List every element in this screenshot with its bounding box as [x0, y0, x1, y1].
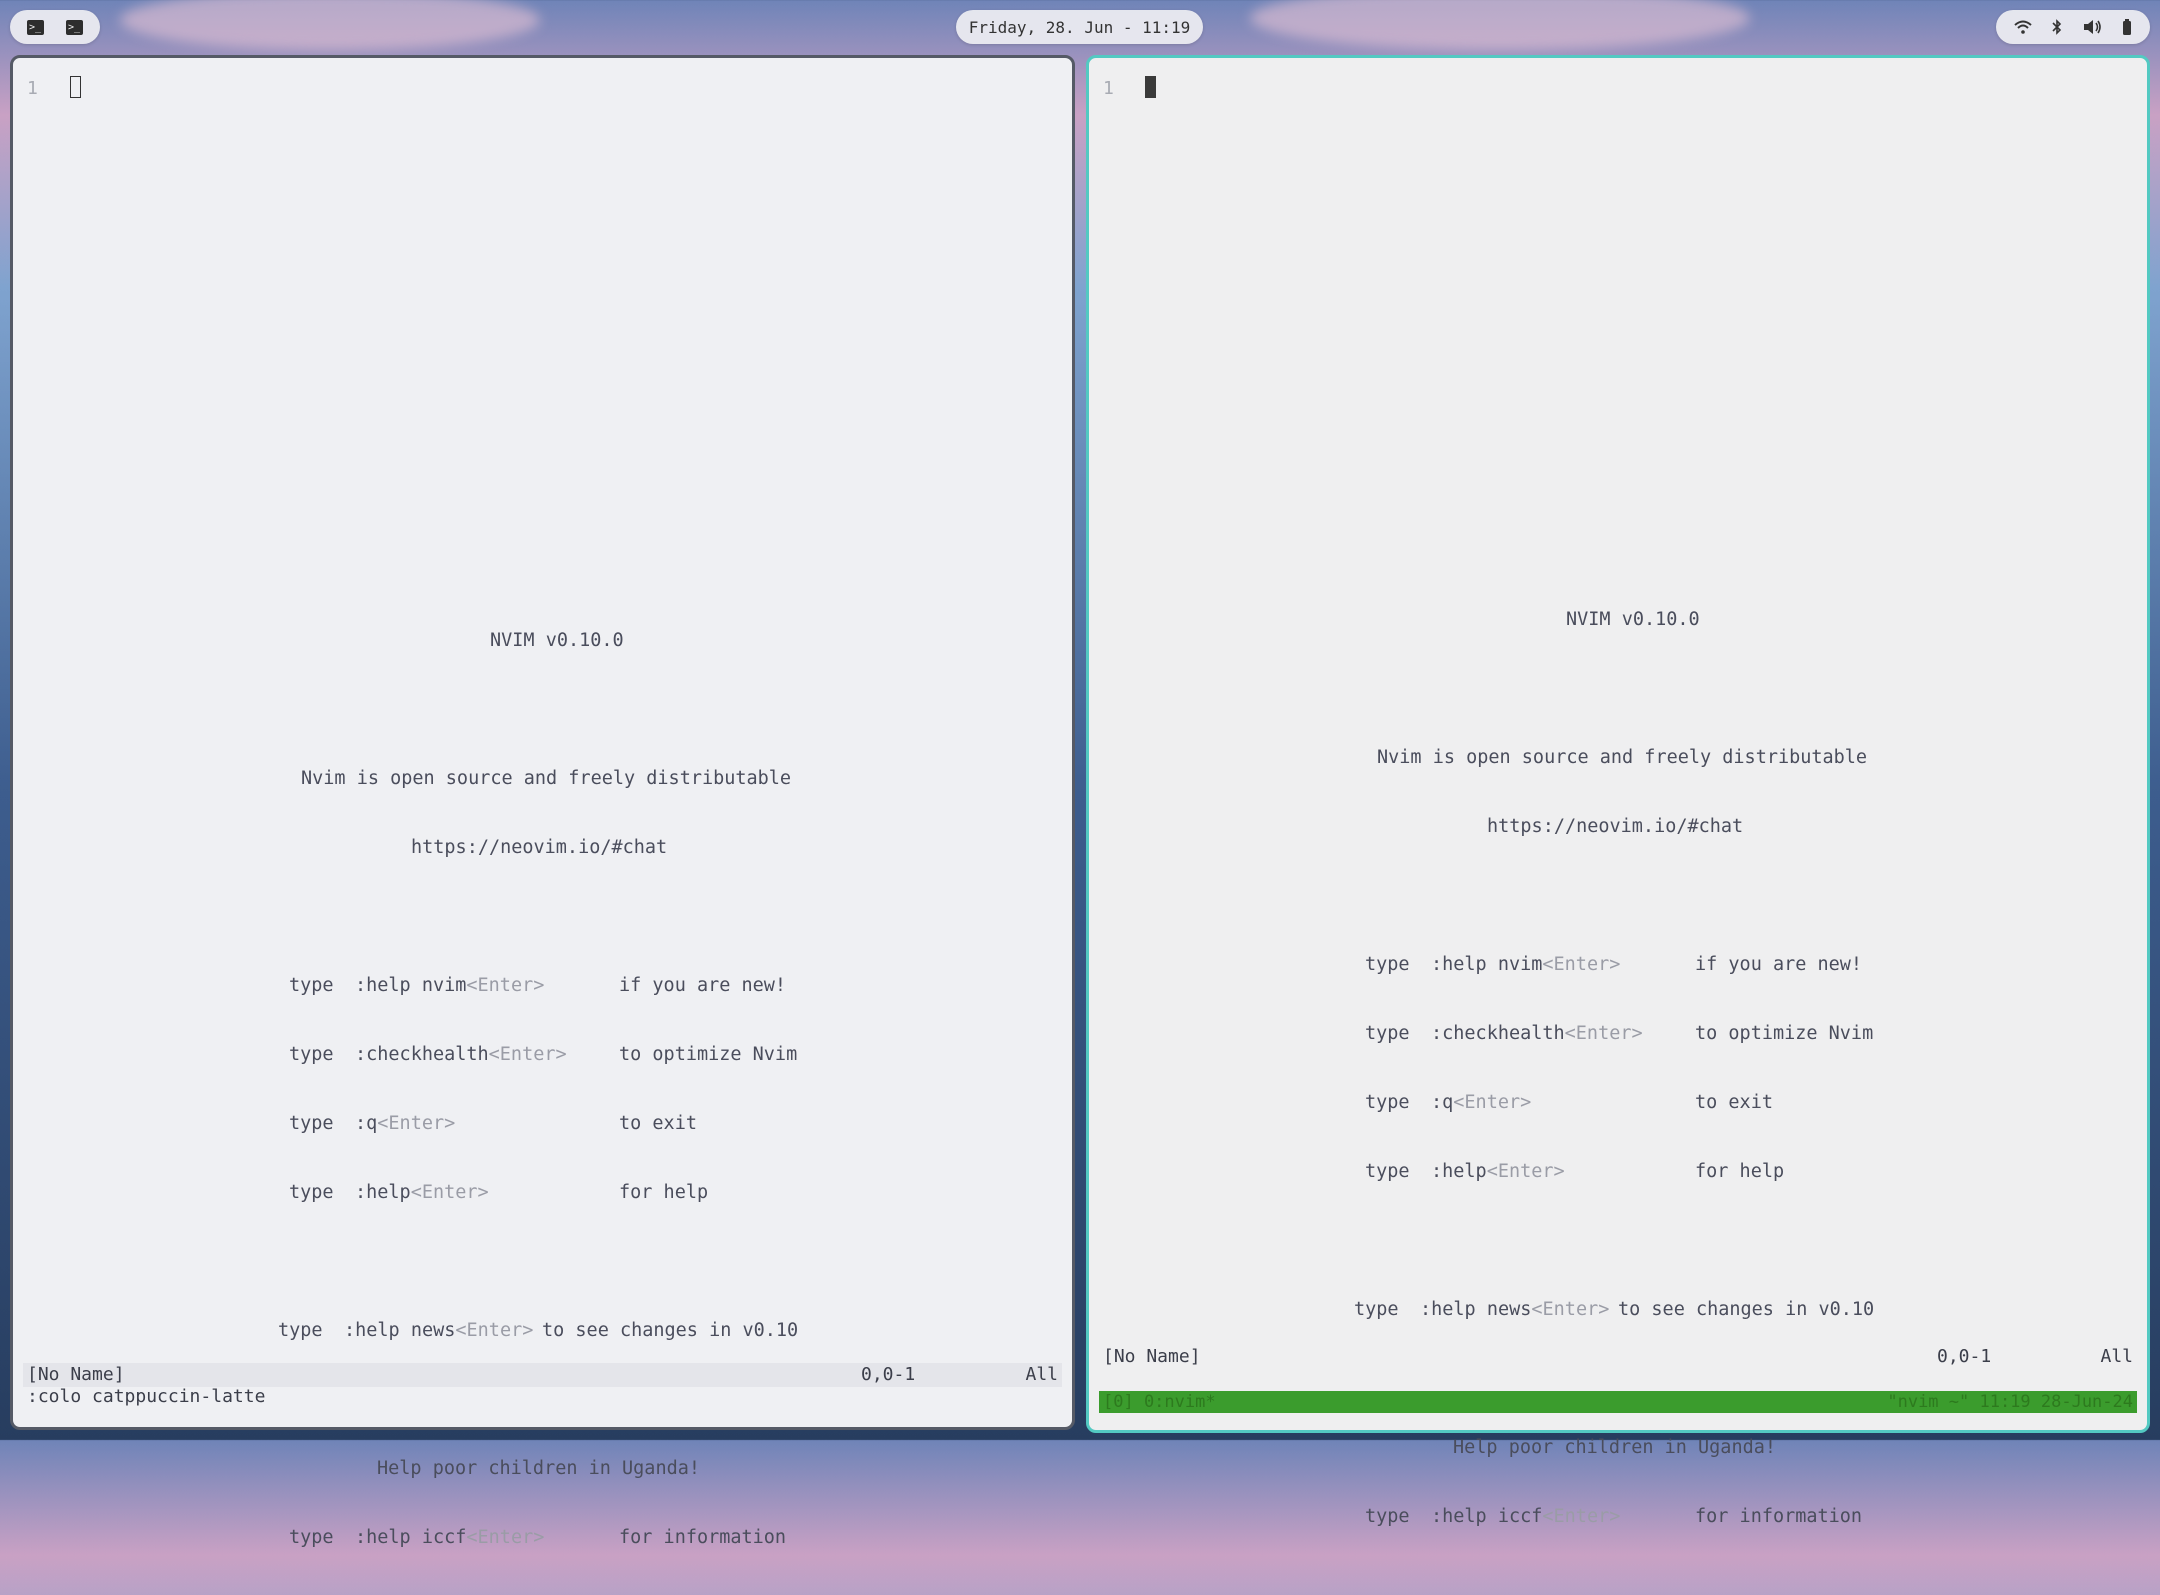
bluetooth-icon[interactable]: [2052, 19, 2062, 35]
tmux-window-list[interactable]: [0] 0:nvim*: [1103, 1391, 1216, 1413]
command-line[interactable]: :colo catppuccin-latte: [27, 1386, 265, 1407]
news-row: type:help news<Enter> to see changes in v…: [278, 1320, 799, 1341]
intro-url: https://neovim.io/#chat: [1487, 816, 1744, 837]
news-row: type:help news<Enter> to see changes in v…: [1354, 1299, 1875, 1320]
help-row: type:help<Enter> for help: [1365, 1161, 1785, 1182]
buffer-name: [No Name]: [1103, 1346, 1201, 1367]
intro-license: Nvim is open source and freely distribut…: [301, 768, 792, 789]
intro-screen: NVIM v0.10.0 Nvim is open source and fre…: [1354, 562, 1874, 1574]
system-tray: [1996, 10, 2150, 44]
help-row: type:help<Enter> for help: [289, 1182, 709, 1203]
cursor-position: 0,0-1: [861, 1364, 916, 1385]
terminal-icon[interactable]: >_: [66, 19, 83, 35]
text-cursor: [70, 76, 81, 98]
line-number: 1: [27, 78, 38, 99]
intro-title: NVIM v0.10.0: [1566, 609, 1700, 630]
help-row: type:help nvim<Enter> if you are new!: [289, 975, 787, 996]
help-row: type:q<Enter> to exit: [289, 1113, 697, 1134]
line-number: 1: [1103, 78, 1114, 99]
wifi-icon[interactable]: [2014, 20, 2032, 34]
uganda-line: Help poor children in Uganda!: [1453, 1437, 1777, 1458]
workspace-pill: >_ >_: [10, 10, 100, 44]
statusline: [No Name] 0,0-1 All: [1099, 1345, 2137, 1369]
clock-pill[interactable]: Friday, 28. Jun - 11:19: [956, 10, 1203, 44]
help-row: type:checkhealth<Enter> to optimize Nvim: [289, 1044, 798, 1065]
scroll-indicator: All: [1025, 1364, 1058, 1385]
intro-license: Nvim is open source and freely distribut…: [1377, 747, 1868, 768]
iccf-row: type:help iccf<Enter> for information: [289, 1527, 787, 1548]
help-row: type:q<Enter> to exit: [1365, 1092, 1773, 1113]
statusline: [No Name] 0,0-1 All: [23, 1363, 1062, 1387]
iccf-row: type:help iccf<Enter> for information: [1365, 1506, 1863, 1527]
cursor-position: 0,0-1: [1937, 1346, 1992, 1367]
intro-screen: NVIM v0.10.0 Nvim is open source and fre…: [278, 583, 798, 1595]
terminal-icon[interactable]: >_: [27, 19, 44, 35]
help-row: type:help nvim<Enter> if you are new!: [1365, 954, 1863, 975]
tmux-status-right: "nvim ~" 11:19 28-Jun-24: [1887, 1392, 2133, 1412]
scroll-indicator: All: [2100, 1346, 2133, 1367]
battery-icon[interactable]: [2122, 19, 2132, 35]
tmux-status-bar: [0] 0:nvim* "nvim ~" 11:19 28-Jun-24: [1099, 1391, 2137, 1413]
volume-icon[interactable]: [2082, 19, 2102, 35]
terminal-window-left[interactable]: 1 NVIM v0.10.0 Nvim is open source and f…: [10, 55, 1075, 1548]
buffer-name: [No Name]: [27, 1364, 125, 1385]
intro-title: NVIM v0.10.0: [490, 630, 624, 651]
uganda-line: Help poor children in Uganda!: [377, 1458, 701, 1479]
help-row: type:checkhealth<Enter> to optimize Nvim: [1365, 1023, 1874, 1044]
terminal-window-right[interactable]: 1 NVIM v0.10.0 Nvim is open source and f…: [1086, 55, 2150, 1527]
top-bar: >_ >_ Friday, 28. Jun - 11:19: [0, 0, 2160, 54]
text-cursor: [1145, 76, 1156, 98]
clock-label: Friday, 28. Jun - 11:19: [968, 17, 1191, 37]
intro-url: https://neovim.io/#chat: [411, 837, 668, 858]
